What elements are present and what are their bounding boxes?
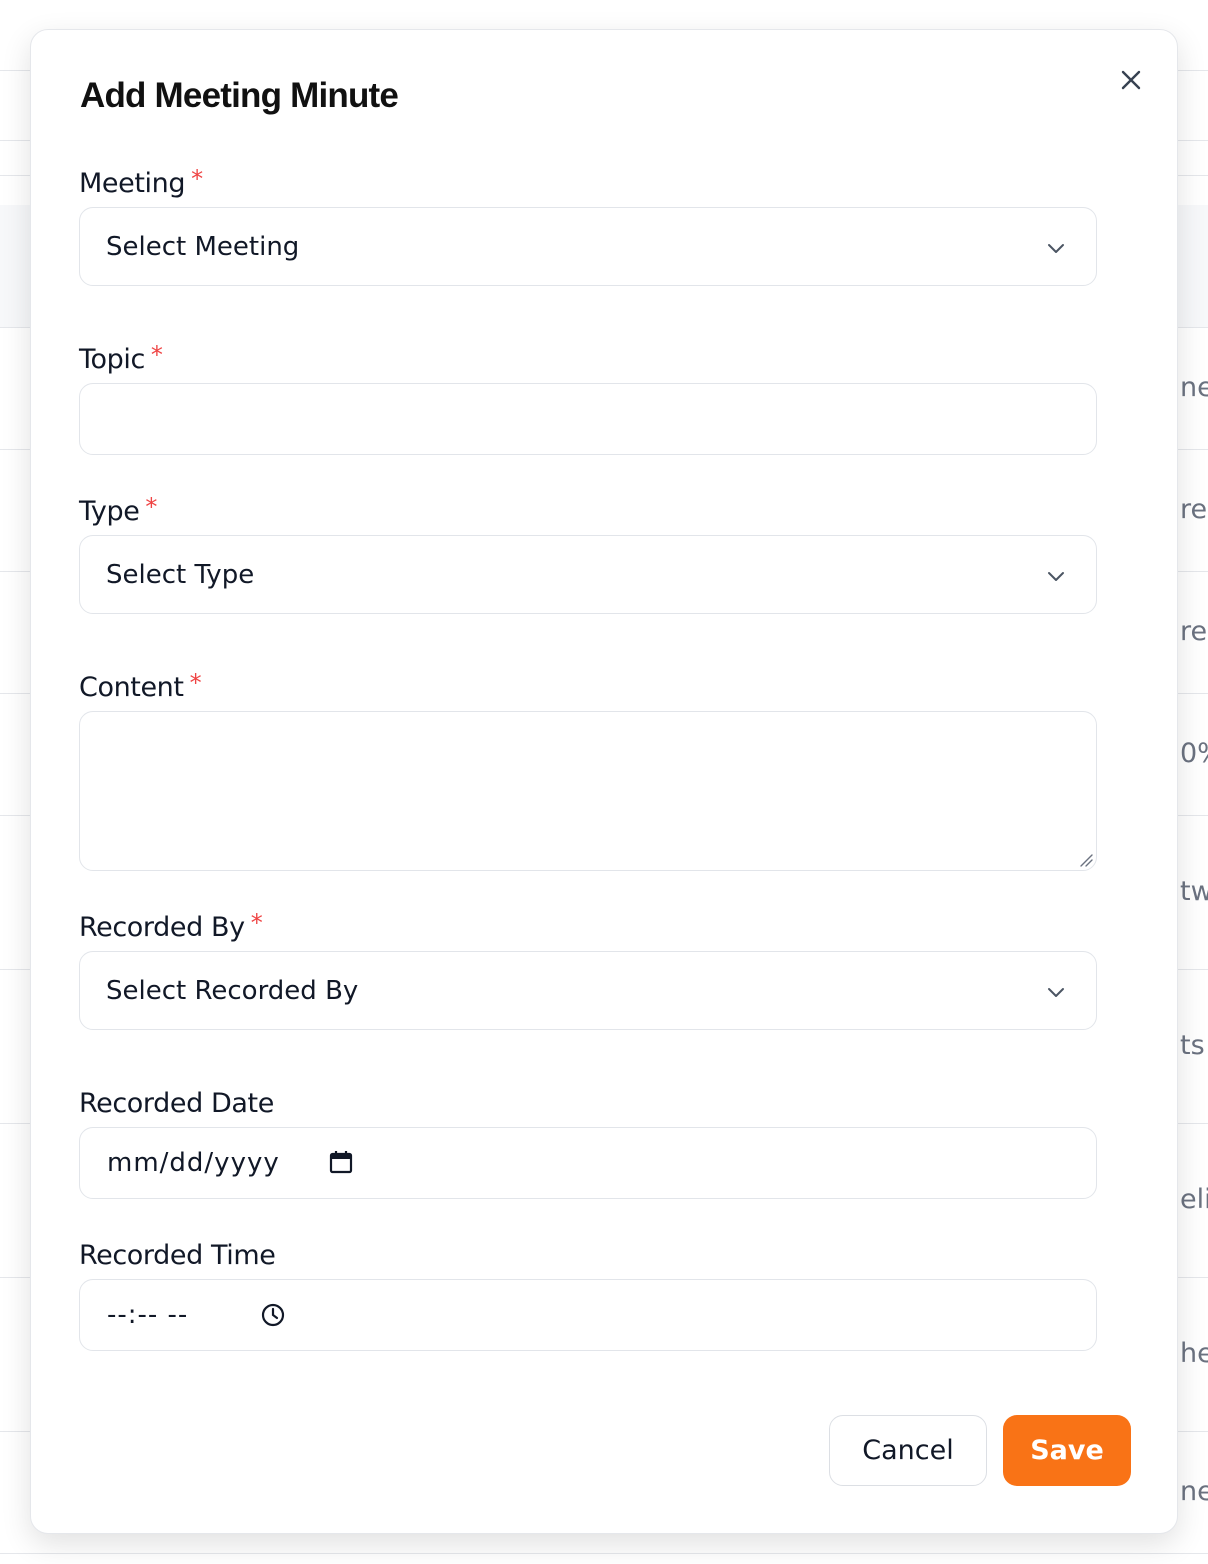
chevron-down-icon: [1048, 244, 1064, 253]
dialog-title: Add Meeting Minute: [80, 76, 399, 115]
topic-label: Topic *: [79, 341, 163, 375]
topic-label-text: Topic: [79, 344, 145, 375]
bg-divider: [0, 1553, 1208, 1554]
clock-icon[interactable]: [260, 1302, 286, 1328]
content-label-text: Content: [79, 672, 184, 703]
recorded-date-label-text: Recorded Date: [79, 1088, 274, 1119]
required-mark: *: [189, 669, 202, 697]
date-placeholder: mm/dd/yyyy: [107, 1148, 280, 1178]
recorded-by-select-value: Select Recorded By: [106, 975, 359, 1006]
content-label: Content *: [79, 669, 202, 703]
type-select[interactable]: Select Type: [79, 535, 1097, 614]
recorded-time-input[interactable]: --:-- --: [79, 1279, 1097, 1351]
required-mark: *: [145, 493, 158, 521]
bg-row-text: re: [1180, 616, 1208, 647]
save-button[interactable]: Save: [1003, 1415, 1131, 1486]
time-placeholder: --:-- --: [107, 1300, 189, 1330]
recorded-time-label-text: Recorded Time: [79, 1240, 276, 1271]
resize-handle-icon[interactable]: [1077, 851, 1093, 867]
meeting-label: Meeting *: [79, 165, 203, 199]
type-label-text: Type: [79, 496, 140, 527]
recorded-time-label: Recorded Time: [79, 1240, 276, 1271]
content-textarea[interactable]: [79, 711, 1097, 871]
required-mark: *: [191, 165, 203, 193]
add-meeting-minute-dialog: Add Meeting Minute Meeting * Select Meeti…: [30, 29, 1178, 1534]
bg-row-text: 0%: [1180, 738, 1208, 769]
recorded-by-select[interactable]: Select Recorded By: [79, 951, 1097, 1030]
chevron-down-icon: [1048, 572, 1064, 581]
bg-row-text: ne: [1180, 372, 1208, 403]
bg-row-text: ne: [1180, 1476, 1208, 1507]
meeting-label-text: Meeting: [79, 168, 186, 199]
bg-row-text: elir: [1180, 1184, 1208, 1215]
close-icon: [1121, 70, 1141, 90]
bg-row-text: he: [1180, 1338, 1208, 1369]
close-button[interactable]: [1115, 64, 1147, 96]
topic-input[interactable]: [79, 383, 1097, 455]
cancel-button[interactable]: Cancel: [829, 1415, 987, 1486]
recorded-by-label: Recorded By *: [79, 909, 263, 943]
recorded-date-label: Recorded Date: [79, 1088, 274, 1119]
chevron-down-icon: [1048, 988, 1064, 997]
required-mark: *: [250, 909, 263, 937]
bg-row-text: ts (: [1180, 1030, 1208, 1061]
bg-row-text: re: [1180, 494, 1208, 525]
calendar-icon[interactable]: [328, 1149, 354, 1175]
recorded-date-input[interactable]: mm/dd/yyyy: [79, 1127, 1097, 1199]
recorded-by-label-text: Recorded By: [79, 912, 245, 943]
bg-row-text: tw: [1180, 876, 1208, 907]
meeting-select[interactable]: Select Meeting: [79, 207, 1097, 286]
type-label: Type *: [79, 493, 158, 527]
meeting-select-value: Select Meeting: [106, 231, 300, 262]
required-mark: *: [150, 341, 163, 369]
type-select-value: Select Type: [106, 559, 255, 590]
